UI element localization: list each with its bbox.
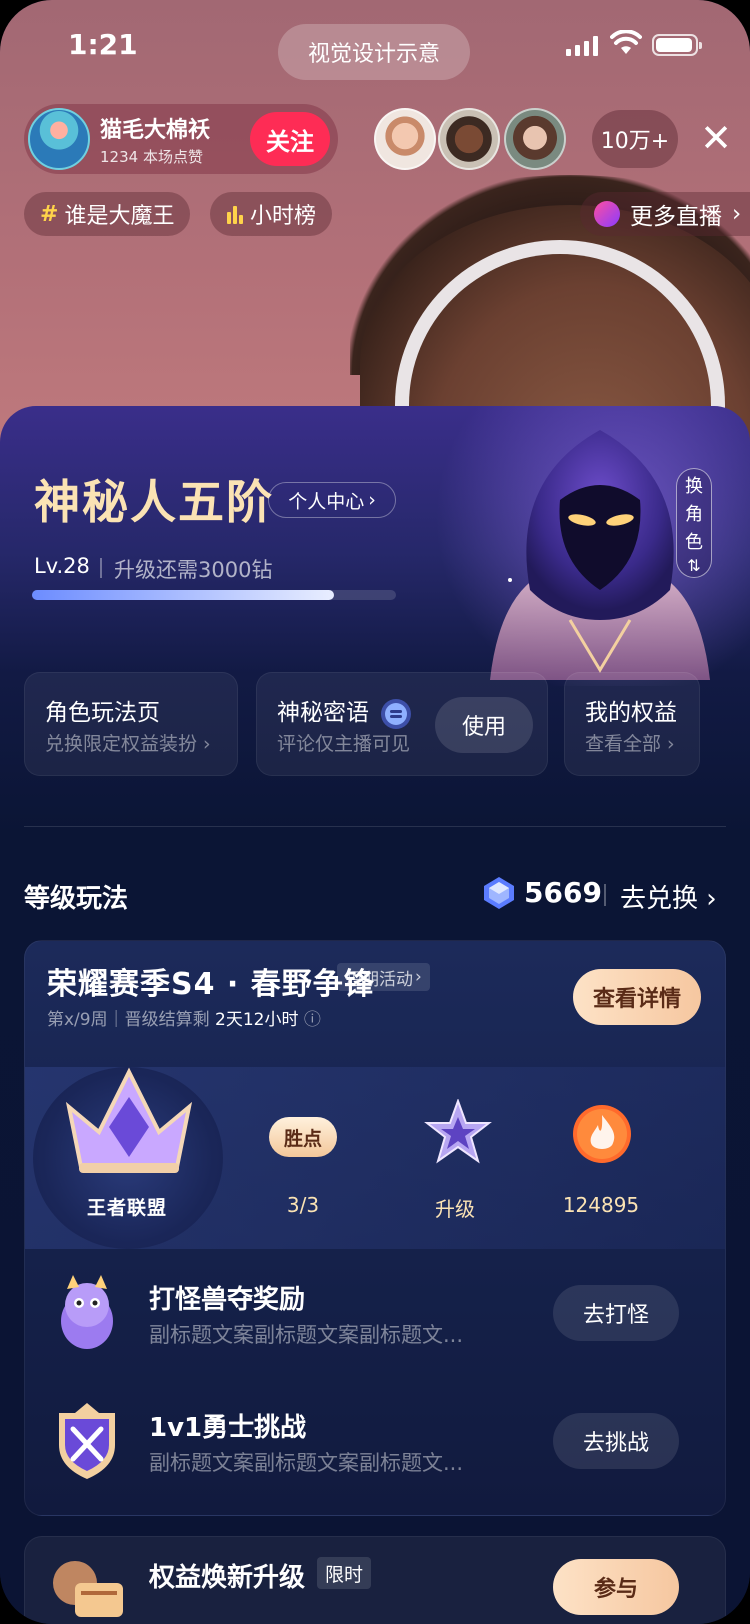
status-time: 1:21 bbox=[68, 28, 138, 61]
challenge-button[interactable]: 去挑战 bbox=[553, 1413, 679, 1469]
season-stats: 王者联盟 胜点 3/3 升级 124895 bbox=[25, 1067, 725, 1249]
exchange-link[interactable]: 去兑换 › bbox=[620, 878, 717, 915]
monster-icon bbox=[61, 1275, 113, 1349]
live-orb-icon bbox=[594, 201, 620, 227]
hour-rank-label: 小时榜 bbox=[250, 204, 317, 229]
hour-rank-tag[interactable]: 小时榜 bbox=[210, 192, 333, 236]
role-play-card[interactable]: 角色玩法页 兑换限定权益装扮 › bbox=[24, 672, 238, 776]
task-title: 1v1勇士挑战 bbox=[149, 1413, 307, 1443]
star-upgrade-icon bbox=[424, 1099, 492, 1164]
signal-icon bbox=[566, 36, 598, 56]
card-title: 神秘密语 bbox=[277, 693, 412, 730]
viewer-avatar[interactable] bbox=[374, 108, 436, 170]
switch-role-button[interactable]: 换 角 色 ⇅ bbox=[676, 468, 712, 578]
crown-icon bbox=[65, 1067, 193, 1173]
switch-role-char: 换 bbox=[685, 475, 703, 497]
host-name: 猫毛大棉袄 bbox=[100, 118, 211, 143]
card-title: 角色玩法页 bbox=[45, 700, 160, 726]
section-divider bbox=[24, 826, 726, 827]
task-subtitle: 副标题文案副标题文案副标题文... bbox=[149, 1451, 464, 1475]
view-details-button[interactable]: 查看详情 bbox=[573, 969, 701, 1025]
diamond-icon bbox=[484, 877, 514, 909]
fire-icon bbox=[573, 1105, 631, 1163]
phone-screen: 1:21 视觉设计示意 猫毛大棉袄 1234 本场点赞 关注 10万+ ✕ # … bbox=[0, 0, 750, 1624]
season-tag[interactable]: 短期活动 › bbox=[337, 963, 430, 991]
more-live-button[interactable]: 更多直播 › bbox=[580, 192, 750, 236]
task-subtitle: 副标题文案副标题文案副标题文... bbox=[149, 1323, 464, 1347]
level-progress-fill bbox=[32, 590, 335, 600]
fire-value: 124895 bbox=[562, 1193, 640, 1217]
level-progress-bar bbox=[32, 590, 396, 600]
card-subtitle: 兑换限定权益装扮 › bbox=[45, 733, 211, 755]
wifi-icon bbox=[610, 30, 642, 54]
limited-tag: 限时 bbox=[317, 1557, 372, 1589]
secret-word-card[interactable]: 神秘密语 评论仅主播可见 使用 bbox=[256, 672, 548, 776]
use-button[interactable]: 使用 bbox=[435, 697, 533, 753]
card-title: 我的权益 bbox=[585, 700, 677, 726]
section-title: 等级玩法 bbox=[24, 884, 129, 914]
switch-role-char: 色 bbox=[685, 531, 703, 553]
info-icon[interactable]: ⓘ bbox=[304, 1010, 321, 1030]
task-title: 打怪兽夺奖励 bbox=[149, 1285, 306, 1315]
gift-ticket-icon bbox=[53, 1561, 123, 1617]
viewer-avatar[interactable] bbox=[438, 108, 500, 170]
join-button[interactable]: 参与 bbox=[553, 1559, 679, 1615]
hash-icon: # bbox=[40, 201, 59, 227]
battery-icon bbox=[652, 34, 702, 56]
dynamic-island-label: 视觉设计示意 bbox=[278, 24, 470, 80]
viewer-avatar[interactable] bbox=[504, 108, 566, 170]
promo-card[interactable]: 权益焕新升级 限时 参与 bbox=[24, 1536, 726, 1624]
topic-tag-label: 谁是大魔王 bbox=[64, 204, 175, 229]
rank-name: 王者联盟 bbox=[86, 1197, 167, 1219]
viewer-count[interactable]: 10万+ bbox=[592, 110, 678, 168]
host-likes: 1234 本场点赞 bbox=[100, 148, 203, 166]
chevron-right-icon: › bbox=[368, 489, 376, 511]
topic-tag[interactable]: # 谁是大魔王 bbox=[24, 192, 191, 236]
level-number: Lv.28 bbox=[34, 554, 90, 578]
switch-role-char: 角 bbox=[685, 503, 703, 525]
win-points-value: 3/3 bbox=[286, 1193, 320, 1217]
upgrade-label: 升级 bbox=[435, 1197, 475, 1221]
status-bar: 1:21 视觉设计示意 bbox=[0, 0, 750, 90]
task-row[interactable]: 1v1勇士挑战 副标题文案副标题文案副标题文... 去挑战 bbox=[25, 1385, 725, 1495]
level-title: 神秘人五阶 bbox=[34, 475, 274, 529]
shield-swords-icon bbox=[59, 1403, 115, 1479]
season-subtitle: 第x/9周｜晋级结算剩 2天12小时 ⓘ bbox=[47, 1010, 321, 1030]
fight-monster-button[interactable]: 去打怪 bbox=[553, 1285, 679, 1341]
my-benefits-card[interactable]: 我的权益 查看全部 › bbox=[564, 672, 700, 776]
host-capsule[interactable]: 猫毛大棉袄 1234 本场点赞 关注 bbox=[24, 104, 338, 174]
upgrade-hint: 升级还需3000钻 bbox=[114, 558, 273, 582]
follow-button[interactable]: 关注 bbox=[250, 112, 330, 166]
chat-badge-icon bbox=[381, 698, 412, 729]
chevron-right-icon: › bbox=[732, 201, 742, 227]
season-card: 荣耀赛季S4 · 春野争锋 短期活动 › 第x/9周｜晋级结算剩 2天12小时 ⓘ… bbox=[24, 940, 726, 1516]
season-title: 荣耀赛季S4 · 春野争锋 bbox=[47, 967, 375, 1002]
diamond-balance: 5669 bbox=[524, 876, 602, 909]
personal-center-label: 个人中心 bbox=[288, 490, 365, 513]
personal-center-link[interactable]: 个人中心 › bbox=[268, 482, 396, 518]
level-divider bbox=[100, 558, 102, 578]
host-avatar[interactable] bbox=[28, 108, 90, 170]
more-live-label: 更多直播 bbox=[630, 204, 722, 230]
promo-title: 权益焕新升级 bbox=[149, 1563, 306, 1593]
task-row[interactable]: 打怪兽夺奖励 副标题文案副标题文案副标题文... 去打怪 bbox=[25, 1257, 725, 1367]
balance-divider bbox=[604, 884, 606, 906]
card-subtitle: 评论仅主播可见 bbox=[277, 733, 411, 755]
swap-arrows-icon: ⇅ bbox=[687, 555, 701, 575]
card-subtitle: 查看全部 › bbox=[585, 733, 675, 755]
bar-chart-icon bbox=[227, 206, 243, 224]
win-points-badge: 胜点 bbox=[269, 1117, 337, 1157]
close-icon[interactable]: ✕ bbox=[696, 118, 736, 158]
level-sheet: 神秘人五阶 个人中心 › Lv.28 升级还需3000钻 换 角 色 ⇅ 角色玩… bbox=[0, 406, 750, 1624]
